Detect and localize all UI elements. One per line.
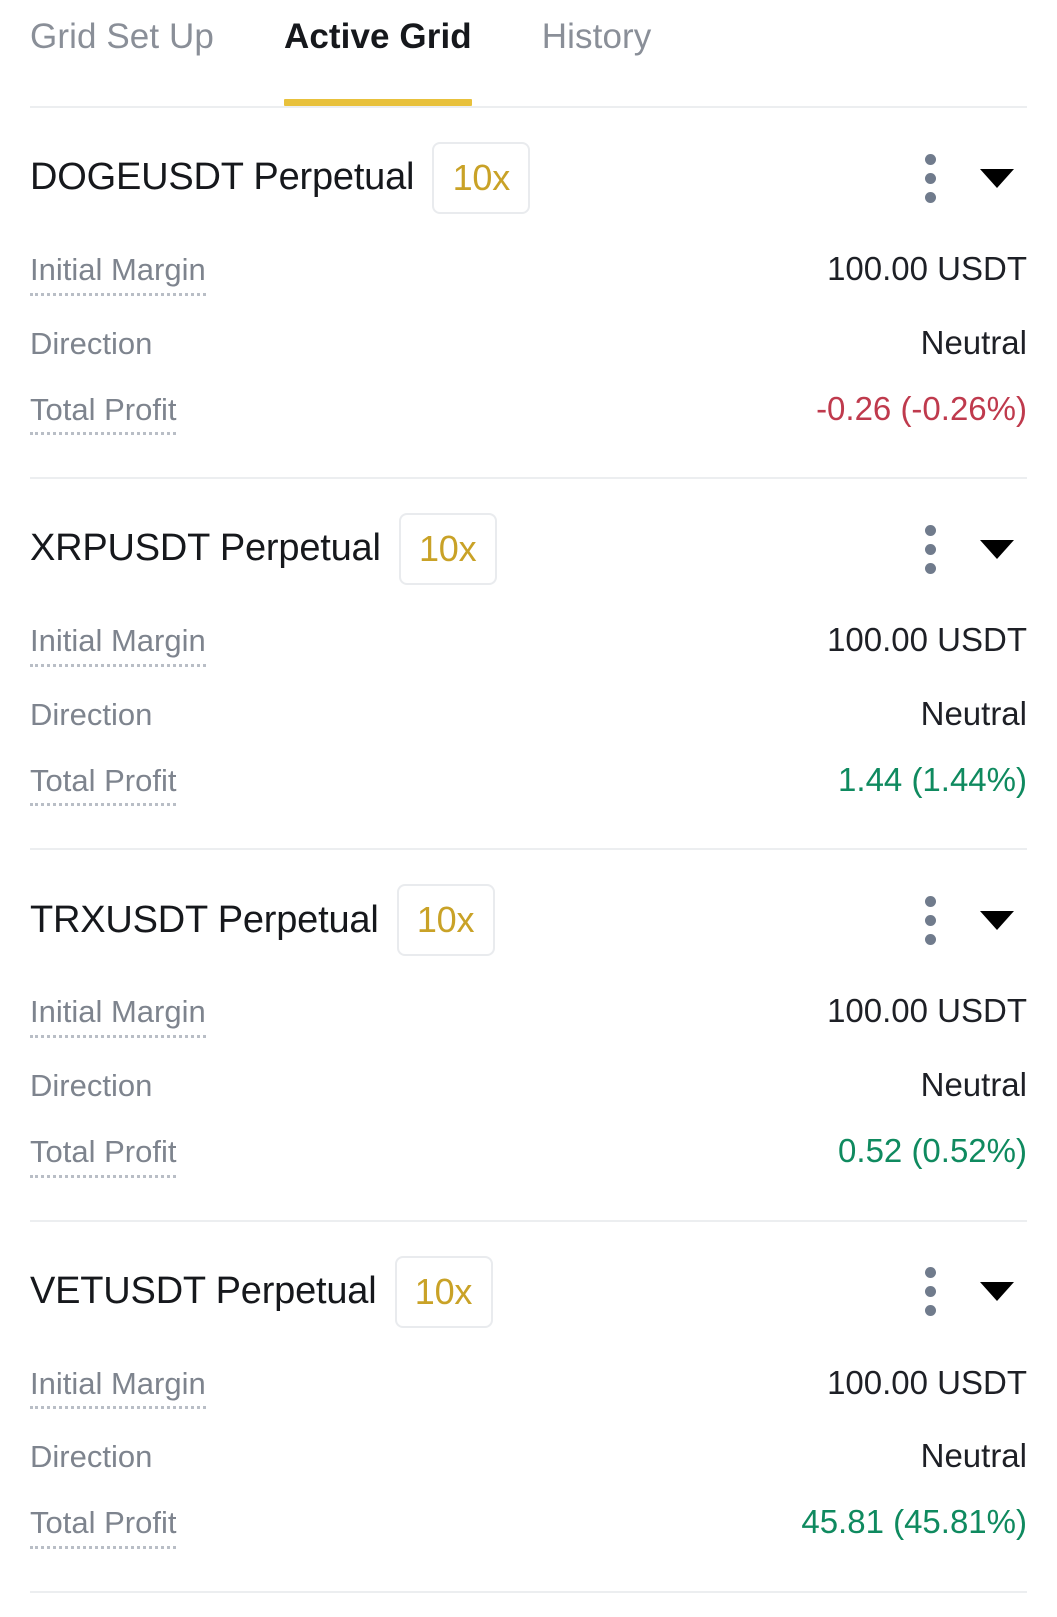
direction-value: Neutral xyxy=(920,323,1027,361)
tab-label: Grid Set Up xyxy=(30,17,214,56)
three-dots-vertical-icon[interactable] xyxy=(907,519,953,579)
card-divider xyxy=(30,1590,1027,1593)
symbol-name: DOGEUSDT Perpetual xyxy=(30,156,415,199)
caret-down-icon[interactable] xyxy=(967,519,1027,579)
dot xyxy=(924,191,936,203)
leverage-badge[interactable]: 10x xyxy=(398,513,497,586)
caret-down-icon[interactable] xyxy=(967,890,1027,950)
dot xyxy=(924,914,936,926)
total-profit-value: 1.44 (1.44%) xyxy=(838,760,1027,798)
direction-value: Neutral xyxy=(920,1437,1027,1475)
total-profit-value: 0.52 (0.52%) xyxy=(838,1132,1027,1170)
initial-margin-value: 100.00 USDT xyxy=(827,992,1027,1030)
tab-active-underline xyxy=(283,98,472,106)
row-total-profit: Total Profit 0.52 (0.52%) xyxy=(30,1118,1027,1192)
tab-history[interactable]: History xyxy=(542,0,652,57)
grid-bot-card[interactable]: DOGEUSDT Perpetual 10x Initial Margin 10… xyxy=(0,108,1057,480)
dot xyxy=(924,895,936,907)
total-profit-label[interactable]: Total Profit xyxy=(30,763,177,807)
total-profit-value: -0.26 (-0.26%) xyxy=(816,389,1027,427)
initial-margin-value: 100.00 USDT xyxy=(827,1363,1027,1401)
leverage-badge[interactable]: 10x xyxy=(432,142,531,214)
initial-margin-value: 100.00 USDT xyxy=(827,621,1027,659)
card-header: VETUSDT Perpetual 10x xyxy=(30,1255,1027,1328)
grid-bot-card[interactable]: TRXUSDT Perpetual 10x Initial Margin 100… xyxy=(0,850,1057,1222)
row-initial-margin: Initial Margin 100.00 USDT xyxy=(30,1350,1027,1424)
grid-bot-card[interactable]: XRPUSDT Perpetual 10x Initial Margin 100… xyxy=(0,479,1057,851)
caret-down-icon[interactable] xyxy=(967,1262,1027,1322)
row-direction: Direction Neutral xyxy=(30,1052,1027,1118)
grid-bot-card[interactable]: VETUSDT Perpetual 10x Initial Margin 100… xyxy=(0,1222,1057,1593)
dot xyxy=(924,1305,936,1317)
total-profit-label[interactable]: Total Profit xyxy=(30,1505,177,1549)
row-total-profit: Total Profit -0.26 (-0.26%) xyxy=(30,376,1027,450)
card-header: TRXUSDT Perpetual 10x xyxy=(30,884,1027,957)
caret-shape xyxy=(980,1282,1014,1302)
row-direction: Direction Neutral xyxy=(30,310,1027,376)
tab-active-grid[interactable]: Active Grid xyxy=(283,0,472,106)
symbol-name: XRPUSDT Perpetual xyxy=(30,527,381,570)
caret-shape xyxy=(980,539,1014,559)
symbol-name: TRXUSDT Perpetual xyxy=(30,898,379,941)
dot xyxy=(924,543,936,555)
caret-shape xyxy=(980,910,1014,930)
initial-margin-label[interactable]: Initial Margin xyxy=(30,623,206,667)
row-total-profit: Total Profit 1.44 (1.44%) xyxy=(30,747,1027,821)
tab-label: Active Grid xyxy=(283,17,472,56)
initial-margin-value: 100.00 USDT xyxy=(827,250,1027,287)
total-profit-label[interactable]: Total Profit xyxy=(30,392,177,436)
three-dots-vertical-icon[interactable] xyxy=(907,1262,953,1322)
row-initial-margin: Initial Margin 100.00 USDT xyxy=(30,607,1027,681)
dot xyxy=(924,172,936,184)
initial-margin-label[interactable]: Initial Margin xyxy=(30,252,206,296)
dot xyxy=(924,1286,936,1298)
card-header: DOGEUSDT Perpetual 10x xyxy=(30,142,1027,214)
initial-margin-label[interactable]: Initial Margin xyxy=(30,1366,206,1410)
tab-label: History xyxy=(541,17,652,56)
direction-value: Neutral xyxy=(920,694,1027,732)
dot xyxy=(924,524,936,536)
dot xyxy=(924,1267,936,1279)
active-grid-screen: Grid Set Up Active Grid History DOGEUSDT… xyxy=(0,0,1057,1617)
initial-margin-label[interactable]: Initial Margin xyxy=(30,994,206,1039)
direction-label: Direction xyxy=(30,696,153,732)
dot xyxy=(924,933,936,945)
row-direction: Direction Neutral xyxy=(30,681,1027,747)
row-initial-margin: Initial Margin 100.00 USDT xyxy=(30,978,1027,1052)
direction-value: Neutral xyxy=(920,1066,1027,1104)
direction-label: Direction xyxy=(30,1439,153,1475)
card-header: XRPUSDT Perpetual 10x xyxy=(30,513,1027,586)
row-direction: Direction Neutral xyxy=(30,1423,1027,1489)
direction-label: Direction xyxy=(30,325,153,361)
leverage-badge[interactable]: 10x xyxy=(396,884,495,957)
total-profit-value: 45.81 (45.81%) xyxy=(801,1503,1027,1541)
direction-label: Direction xyxy=(30,1068,153,1104)
grid-bot-list: DOGEUSDT Perpetual 10x Initial Margin 10… xyxy=(0,108,1057,1593)
three-dots-vertical-icon[interactable] xyxy=(907,148,953,208)
dot xyxy=(924,153,936,165)
row-initial-margin: Initial Margin 100.00 USDT xyxy=(30,236,1027,310)
tab-bar: Grid Set Up Active Grid History xyxy=(0,0,1057,108)
row-total-profit: Total Profit 45.81 (45.81%) xyxy=(30,1489,1027,1563)
three-dots-vertical-icon[interactable] xyxy=(907,890,953,950)
dot xyxy=(924,562,936,574)
symbol-name: VETUSDT Perpetual xyxy=(30,1269,377,1312)
leverage-badge[interactable]: 10x xyxy=(394,1255,493,1328)
caret-shape xyxy=(980,168,1014,188)
tab-grid-set-up[interactable]: Grid Set Up xyxy=(30,0,214,57)
total-profit-label[interactable]: Total Profit xyxy=(30,1134,177,1178)
caret-down-icon[interactable] xyxy=(967,148,1027,208)
